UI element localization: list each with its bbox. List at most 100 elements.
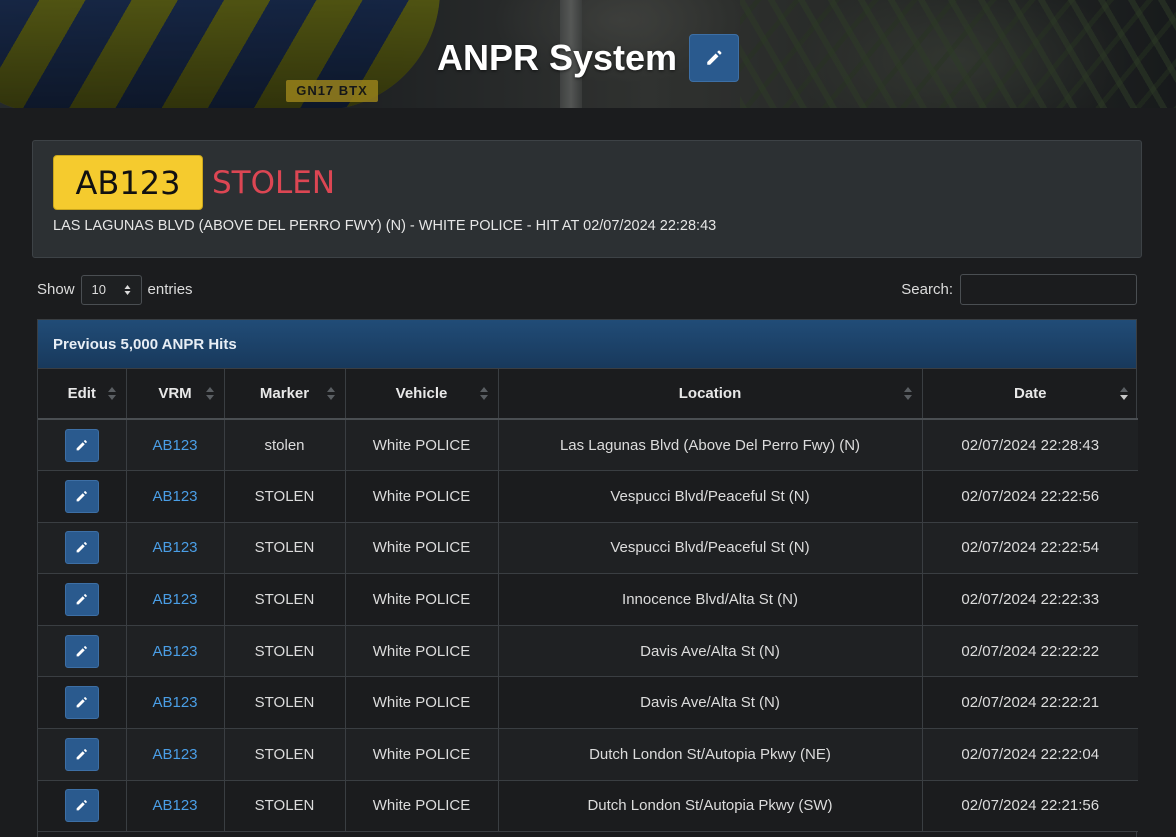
edit-cell [38,780,127,833]
edit-cell [38,676,127,730]
table-row: AB123 STOLEN White POLICE Dutch London St/A… [38,728,1138,781]
row-edit-button[interactable] [64,686,99,720]
sort-arrows-icon [205,385,214,403]
table-row: AB123 STOLEN White POLICE Vespucci Blvd/Pea… [38,470,1138,523]
panel-heading: Previous 5,000 ANPR Hits [38,320,1136,369]
marker-cell: STOLEN [224,522,346,575]
show-label: Show [37,281,75,298]
vrm-link[interactable]: AB123 [152,437,197,454]
table-row: AB123 STOLEN White POLICE Vespucci Blvd/Pea… [38,522,1138,575]
pencil-icon [76,800,88,811]
current-hit-card: AB123 STOLEN LAS LAGUNAS BLVD (ABOVE DEL… [32,140,1142,258]
column-header-label: Marker [259,385,310,402]
vrm-cell: AB123 [126,625,225,678]
search-input[interactable] [960,274,1137,305]
table-row: AB123 stolen White POLICE Las Lagunas Blvd … [38,419,1138,472]
edit-button[interactable] [689,34,740,82]
row-edit-button[interactable] [64,531,99,565]
location-cell: Las Lagunas Blvd (Above Del Perro Fwy) (… [498,419,923,472]
vehicle-cell: White POLICE [345,470,499,523]
location-cell: Dutch London St/Autopia Pkwy (SW) [498,780,923,833]
entries-select[interactable]: 10 [80,274,142,305]
search-label: Search: [901,281,953,298]
page-title: ANPR System [436,37,678,78]
pencil-icon [76,542,88,553]
pencil-icon [76,594,88,605]
column-header-label: Edit [67,385,96,402]
pencil-icon [76,645,88,657]
vehicle-cell: White POLICE [345,419,499,472]
column-header-label: Location [678,385,742,402]
vehicle-cell: White POLICE [345,522,499,575]
entries-label: entries [147,281,193,298]
vrm-link[interactable]: AB123 [152,694,197,711]
location-cell: Dutch London St/Autopia Pkwy (NE) [498,728,923,781]
date-cell: 02/07/2024 22:22:04 [922,728,1138,781]
vrm-cell: AB123 [126,676,225,730]
table-row: AB123 STOLEN White POLICE Innocence Blvd/Al… [38,573,1138,626]
column-header-date[interactable]: Date [922,369,1138,420]
vrm-cell: AB123 [126,780,225,833]
vrm-cell: AB123 [126,573,225,626]
date-cell: 02/07/2024 22:22:22 [922,625,1138,678]
marker-cell: STOLEN [224,676,346,730]
vehicle-cell: White POLICE [345,573,499,626]
table-row: AB123 STOLEN White POLICE Davis Ave/Alta St… [38,676,1138,730]
hit-details: LAS LAGUNAS BLVD (ABOVE DEL PERRO FWY) (… [53,218,717,234]
vrm-link[interactable]: AB123 [152,797,197,814]
marker-cell: STOLEN [224,728,346,781]
status-label: STOLEN [212,165,336,201]
entries-value: 10 [91,282,106,297]
row-edit-button[interactable] [64,634,99,668]
column-header-vrm[interactable]: VRM [126,369,225,420]
entries-control: Show 10 entries [37,274,193,305]
date-cell: 02/07/2024 22:22:54 [922,522,1138,575]
vehicle-cell: White POLICE [345,780,499,833]
row-edit-button[interactable] [64,789,99,823]
vehicle-cell: White POLICE [345,625,499,678]
pencil-icon [707,50,722,65]
vrm-link[interactable]: AB123 [152,643,197,660]
vrm-cell: AB123 [126,419,225,472]
marker-cell: STOLEN [224,470,346,523]
vehicle-cell: White POLICE [345,676,499,730]
column-header-marker[interactable]: Marker [224,369,346,420]
column-header-label: VRM [158,385,192,402]
row-edit-button[interactable] [64,583,99,617]
pencil-icon [76,491,88,502]
vrm-link[interactable]: AB123 [152,746,197,763]
row-edit-button[interactable] [64,428,99,462]
vehicle-cell: White POLICE [345,728,499,781]
column-header-edit[interactable]: Edit [38,369,127,420]
vrm-link[interactable]: AB123 [152,539,197,556]
edit-cell [38,625,127,678]
number-plate: AB123 [53,155,203,210]
date-cell: 02/07/2024 22:22:33 [922,573,1138,626]
pencil-icon [76,697,88,708]
sort-arrows-icon [124,284,131,295]
marker-cell: STOLEN [224,780,346,833]
column-header-label: Vehicle [395,385,448,402]
row-edit-button[interactable] [64,737,99,771]
column-header-label: Date [1013,385,1047,402]
pencil-icon [76,439,88,450]
table-row: AB123 STOLEN White POLICE Davis Ave/Alta St… [38,625,1138,678]
sort-arrows-icon [1120,385,1128,403]
vrm-link[interactable]: AB123 [152,488,197,505]
page-header: ANPR System [0,34,1176,82]
date-cell: 02/07/2024 22:28:43 [922,419,1138,472]
edit-cell [38,728,127,781]
date-cell: 02/07/2024 22:22:21 [922,676,1138,730]
edit-cell [38,573,127,626]
location-cell: Vespucci Blvd/Peaceful St (N) [498,470,923,523]
location-cell: Innocence Blvd/Alta St (N) [498,573,923,626]
vrm-link[interactable]: AB123 [152,591,197,608]
marker-cell: stolen [224,419,346,472]
pencil-icon [76,748,88,760]
edit-cell [38,470,127,523]
marker-cell: STOLEN [224,625,346,678]
vrm-cell: AB123 [126,522,225,575]
column-header-vehicle[interactable]: Vehicle [345,369,499,420]
column-header-location[interactable]: Location [498,369,923,420]
row-edit-button[interactable] [64,479,99,513]
